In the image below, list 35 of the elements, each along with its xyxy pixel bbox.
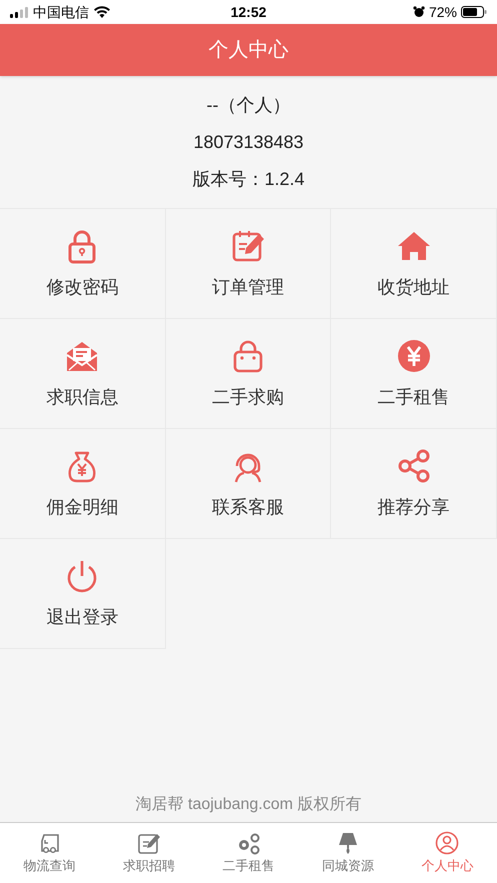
tab[interactable]: 物流查询 <box>0 823 100 883</box>
alarm-icon <box>412 6 425 18</box>
clock-time: 12:52 <box>230 4 266 20</box>
bag-icon <box>230 339 265 374</box>
menu-tile[interactable]: 订单管理 <box>166 209 332 319</box>
menu-tile[interactable]: 联系客服 <box>166 429 332 539</box>
envelope-icon <box>65 339 100 374</box>
wifi-icon <box>94 6 110 18</box>
phone-number: 18073138483 <box>193 131 304 154</box>
battery-percent: 72% <box>428 2 457 22</box>
carrier-name: 中国电信 <box>33 2 89 22</box>
notepad-pencil-icon <box>230 229 265 264</box>
menu-tile[interactable]: 收货地址 <box>331 209 497 319</box>
tab[interactable]: 二手租售 <box>198 823 298 883</box>
page-title: 个人中心 <box>208 38 288 63</box>
menu-tile[interactable]: 求职信息 <box>0 319 166 429</box>
version-text: 版本号：1.2.4 <box>192 168 305 191</box>
menu-tile[interactable]: 退出登录 <box>0 539 166 649</box>
menu-tile[interactable]: 佣金明细 <box>0 429 166 539</box>
gears-icon <box>236 831 261 855</box>
user-circle-icon <box>435 831 460 855</box>
tab[interactable]: 求职招聘 <box>99 823 199 883</box>
menu-tile[interactable]: 修改密码 <box>0 209 166 319</box>
yen-coin-icon <box>396 339 431 374</box>
signal-icon <box>10 6 28 18</box>
menu-tile[interactable]: 推荐分享 <box>331 429 497 539</box>
menu-tile[interactable]: 二手求购 <box>166 319 332 429</box>
notepad-pencil-icon <box>137 831 162 855</box>
user-name: --（个人） <box>206 94 290 117</box>
power-icon <box>65 559 100 594</box>
copyright-text: 淘居帮 taojubang.com 版权所有 <box>136 795 362 815</box>
tab[interactable]: 同城资源 <box>298 823 398 883</box>
battery-icon <box>461 6 487 18</box>
share-icon <box>396 449 431 484</box>
menu-tile[interactable]: 二手租售 <box>331 319 497 429</box>
